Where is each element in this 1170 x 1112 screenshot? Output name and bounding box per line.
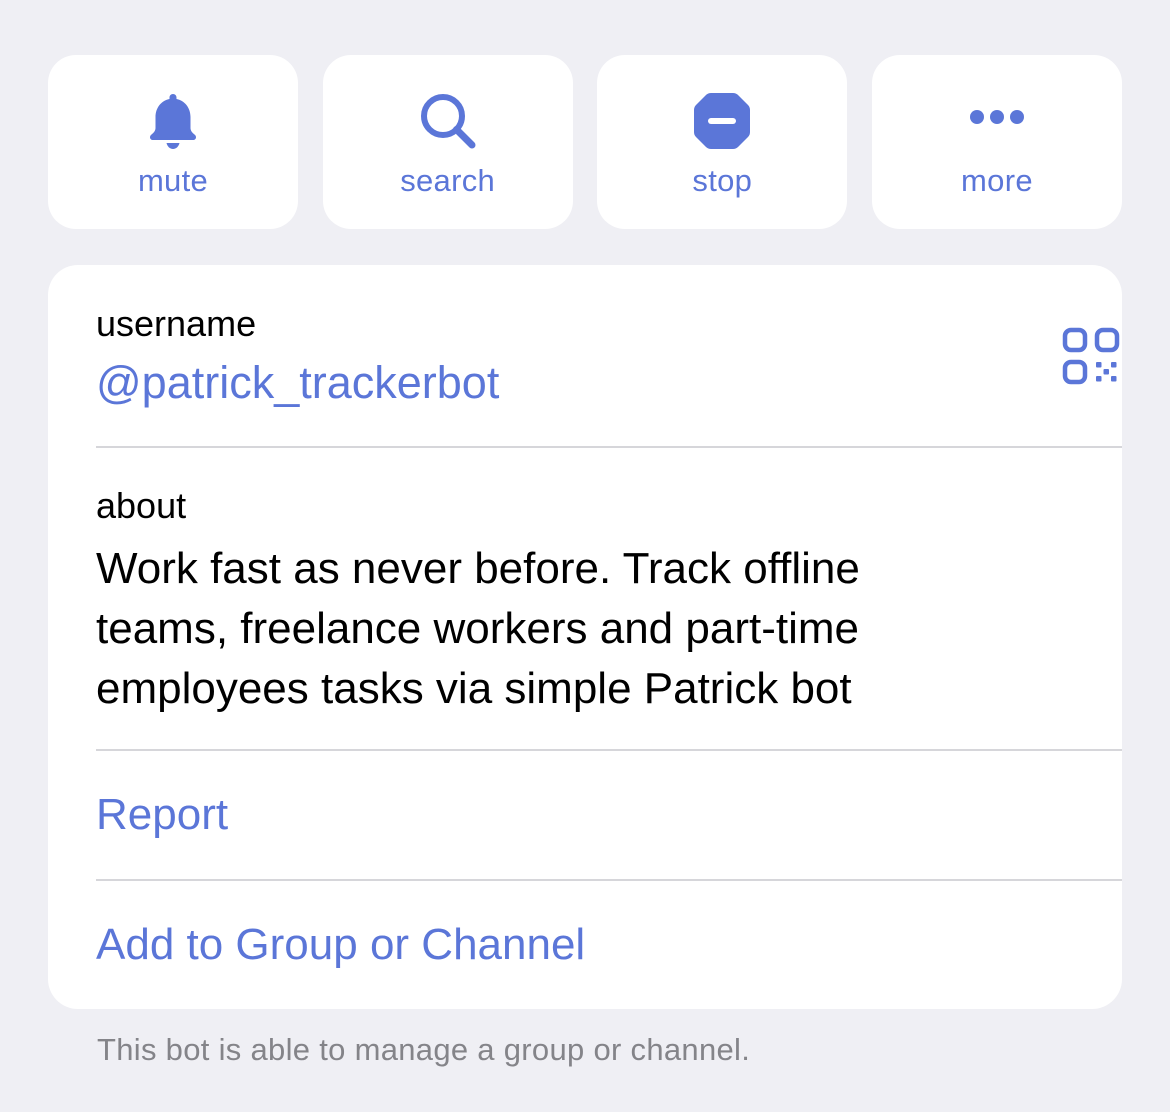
ellipsis-icon <box>964 88 1030 154</box>
about-line: Work fast as never before. Track offline <box>96 544 860 593</box>
qr-code-icon[interactable] <box>1058 323 1122 389</box>
report-button[interactable]: Report <box>96 790 228 840</box>
bell-icon <box>140 88 206 154</box>
about-row: about Work fast as never before. Track o… <box>96 447 1122 749</box>
about-label: about <box>96 485 187 526</box>
mute-button[interactable]: mute <box>48 55 298 229</box>
about-line: employees tasks via simple Patrick bot <box>96 664 852 713</box>
stop-button[interactable]: stop <box>597 55 848 229</box>
add-to-group-button[interactable]: Add to Group or Channel <box>96 920 585 970</box>
report-row[interactable]: Report <box>96 750 1122 879</box>
about-line: teams, freelance workers and part-time <box>96 604 859 653</box>
stop-icon <box>689 88 755 154</box>
about-text: Work fast as never before. Track offline… <box>96 539 1076 719</box>
username-label: username <box>96 303 257 344</box>
username-row[interactable]: username @patrick_trackerbot <box>96 265 1122 447</box>
search-button[interactable]: search <box>322 55 573 229</box>
more-button[interactable]: more <box>871 55 1122 229</box>
info-card: username @patrick_trackerbot about Work … <box>48 265 1122 1009</box>
stop-label: stop <box>692 163 753 198</box>
action-row: mute search stop more <box>48 55 1122 229</box>
add-to-group-row[interactable]: Add to Group or Channel <box>96 880 1122 1009</box>
username-value[interactable]: @patrick_trackerbot <box>96 357 499 409</box>
more-label: more <box>961 163 1033 198</box>
magnifier-icon <box>415 88 481 154</box>
mute-label: mute <box>137 163 209 198</box>
footer-note: This bot is able to manage a group or ch… <box>97 1032 751 1067</box>
search-label: search <box>400 163 496 198</box>
